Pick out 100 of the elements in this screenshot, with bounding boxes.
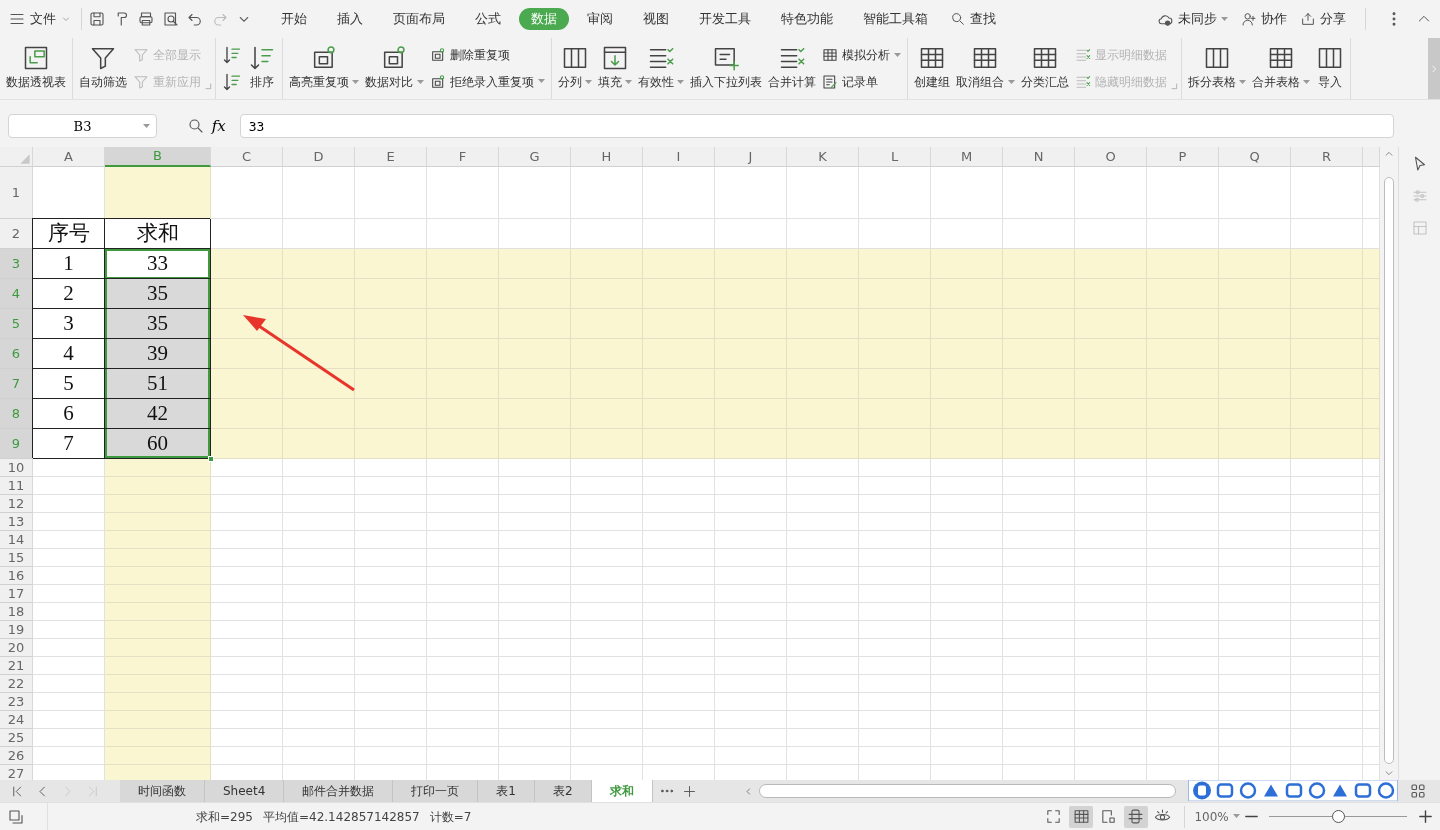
row-header[interactable]: 17 xyxy=(0,585,33,603)
zoom-menu[interactable]: 100% xyxy=(1194,807,1240,826)
ribbon-tab[interactable]: 公式 xyxy=(463,7,514,31)
ribbon-tab[interactable]: 审阅 xyxy=(575,7,626,31)
column-header[interactable]: L xyxy=(859,147,931,167)
column-header[interactable]: N xyxy=(1003,147,1075,167)
ribbon-button[interactable]: 数据对比 xyxy=(362,40,427,97)
row-header[interactable]: 26 xyxy=(0,747,33,765)
apps-icon[interactable] xyxy=(1409,782,1427,800)
row-header[interactable]: 24 xyxy=(0,711,33,729)
formula-field[interactable]: 33 xyxy=(239,114,1394,138)
ribbon-button[interactable]: 导入 xyxy=(1313,40,1347,97)
search-button[interactable]: 查找 xyxy=(949,9,996,29)
column-header[interactable]: Q xyxy=(1219,147,1291,167)
table-cell[interactable]: 60 xyxy=(105,429,211,459)
sync-button[interactable]: 未同步 xyxy=(1157,9,1228,29)
row-header[interactable]: 18 xyxy=(0,603,33,621)
ribbon-button[interactable]: 拒绝录入重复项 xyxy=(426,71,548,92)
ribbon-tab[interactable]: 特色功能 xyxy=(769,7,846,31)
zoom-slider-thumb[interactable] xyxy=(1332,809,1346,823)
table-cell[interactable]: 33 xyxy=(105,249,211,279)
ribbon-button[interactable]: 数据透视表 xyxy=(3,40,69,97)
table-cell[interactable]: 1 xyxy=(33,249,105,279)
add-sheet-icon[interactable] xyxy=(681,783,697,799)
scroll-right-button[interactable] xyxy=(1428,38,1440,99)
file-menu-button[interactable]: 文件 xyxy=(8,9,72,29)
row-header[interactable]: 22 xyxy=(0,675,33,693)
row-header[interactable]: 10 xyxy=(0,459,33,477)
row-header[interactable]: 13 xyxy=(0,513,33,531)
row-header[interactable]: 1 xyxy=(0,167,33,219)
scroll-left-icon[interactable] xyxy=(743,786,753,796)
column-header[interactable]: E xyxy=(355,147,427,167)
table-cell[interactable]: 3 xyxy=(33,309,105,339)
row-header[interactable]: 21 xyxy=(0,657,33,675)
print-icon[interactable] xyxy=(137,10,156,28)
collaborate-button[interactable]: 协作 xyxy=(1241,9,1287,29)
table-cell[interactable]: 35 xyxy=(105,309,211,339)
ribbon-tab[interactable]: 页面布局 xyxy=(381,7,458,31)
row-header[interactable]: 25 xyxy=(0,729,33,747)
ribbon-button[interactable]: 合并计算 xyxy=(765,40,820,97)
table-cell[interactable]: 2 xyxy=(33,279,105,309)
ribbon-button[interactable]: 创建组 xyxy=(911,40,954,97)
ribbon-button[interactable]: 取消组合 xyxy=(953,40,1018,97)
row-header[interactable]: 2 xyxy=(0,219,33,249)
launcher-icon[interactable] xyxy=(204,82,212,90)
panel-icon[interactable] xyxy=(1410,219,1429,237)
sheet-tab[interactable]: 表2 xyxy=(534,780,592,802)
row-header[interactable]: 19 xyxy=(0,621,33,639)
ribbon-button[interactable]: 删除重复项 xyxy=(426,45,548,66)
column-header[interactable]: H xyxy=(571,147,643,167)
scroll-up-icon[interactable] xyxy=(1384,149,1394,159)
row-header[interactable]: 20 xyxy=(0,639,33,657)
column-header[interactable] xyxy=(1363,147,1380,167)
ribbon-button[interactable]: 高亮重复项 xyxy=(286,40,363,97)
ribbon-button[interactable]: 记录单 xyxy=(819,71,905,92)
ribbon-button[interactable]: 模拟分析 xyxy=(819,45,905,66)
ribbon-button[interactable]: 分类汇总 xyxy=(1017,40,1072,97)
column-header[interactable]: C xyxy=(211,147,283,167)
zoom-icon[interactable] xyxy=(186,117,205,135)
column-header[interactable]: G xyxy=(499,147,571,167)
row-header[interactable]: 11 xyxy=(0,477,33,495)
ribbon-tab[interactable]: 开始 xyxy=(269,7,320,31)
column-header[interactable]: R xyxy=(1291,147,1363,167)
row-header[interactable]: 27 xyxy=(0,765,33,780)
row-header[interactable]: 15 xyxy=(0,549,33,567)
table-cell[interactable]: 7 xyxy=(33,429,105,459)
table-cell[interactable]: 6 xyxy=(33,399,105,429)
ribbon-button[interactable]: 有效性 xyxy=(635,40,688,97)
column-header[interactable]: I xyxy=(643,147,715,167)
ribbon-button[interactable]: 插入下拉列表 xyxy=(687,40,766,97)
sheet-tab[interactable]: 表1 xyxy=(478,780,535,802)
ribbon-button[interactable]: 拆分表格 xyxy=(1184,40,1249,97)
table-cell[interactable]: 35 xyxy=(105,279,211,309)
column-header[interactable]: F xyxy=(427,147,499,167)
column-header[interactable]: A xyxy=(33,147,105,167)
share-button[interactable]: 分享 xyxy=(1300,9,1346,29)
sheet-tab[interactable]: 邮件合并数据 xyxy=(284,780,394,802)
column-header[interactable]: M xyxy=(931,147,1003,167)
view-button[interactable] xyxy=(1123,805,1148,828)
ribbon-tab[interactable]: 视图 xyxy=(631,7,682,31)
view-button[interactable] xyxy=(1069,805,1094,828)
table-cell[interactable]: 序号 xyxy=(33,219,105,249)
column-header[interactable]: D xyxy=(283,147,355,167)
row-header[interactable]: 23 xyxy=(0,693,33,711)
ribbon-button[interactable]: 分列 xyxy=(554,40,595,97)
macro-icon[interactable] xyxy=(6,807,25,826)
row-header[interactable]: 14 xyxy=(0,531,33,549)
zoom-in-icon[interactable] xyxy=(1416,808,1434,825)
ribbon-tab[interactable]: 插入 xyxy=(325,7,376,31)
sheet-tab[interactable]: 时间函数 xyxy=(120,780,205,802)
name-box[interactable]: B3 xyxy=(8,114,157,138)
horizontal-scrollbar[interactable] xyxy=(758,784,1176,798)
ribbon-button[interactable]: 填充 xyxy=(594,40,635,97)
table-cell[interactable]: 42 xyxy=(105,399,211,429)
scrollbar-thumb[interactable] xyxy=(1384,177,1394,764)
column-header[interactable]: P xyxy=(1147,147,1219,167)
column-header[interactable]: J xyxy=(715,147,787,167)
ribbon-button[interactable]: 排序 xyxy=(245,40,279,97)
ribbon-button[interactable]: 合并表格 xyxy=(1248,40,1313,97)
launcher-icon[interactable] xyxy=(1169,82,1178,90)
